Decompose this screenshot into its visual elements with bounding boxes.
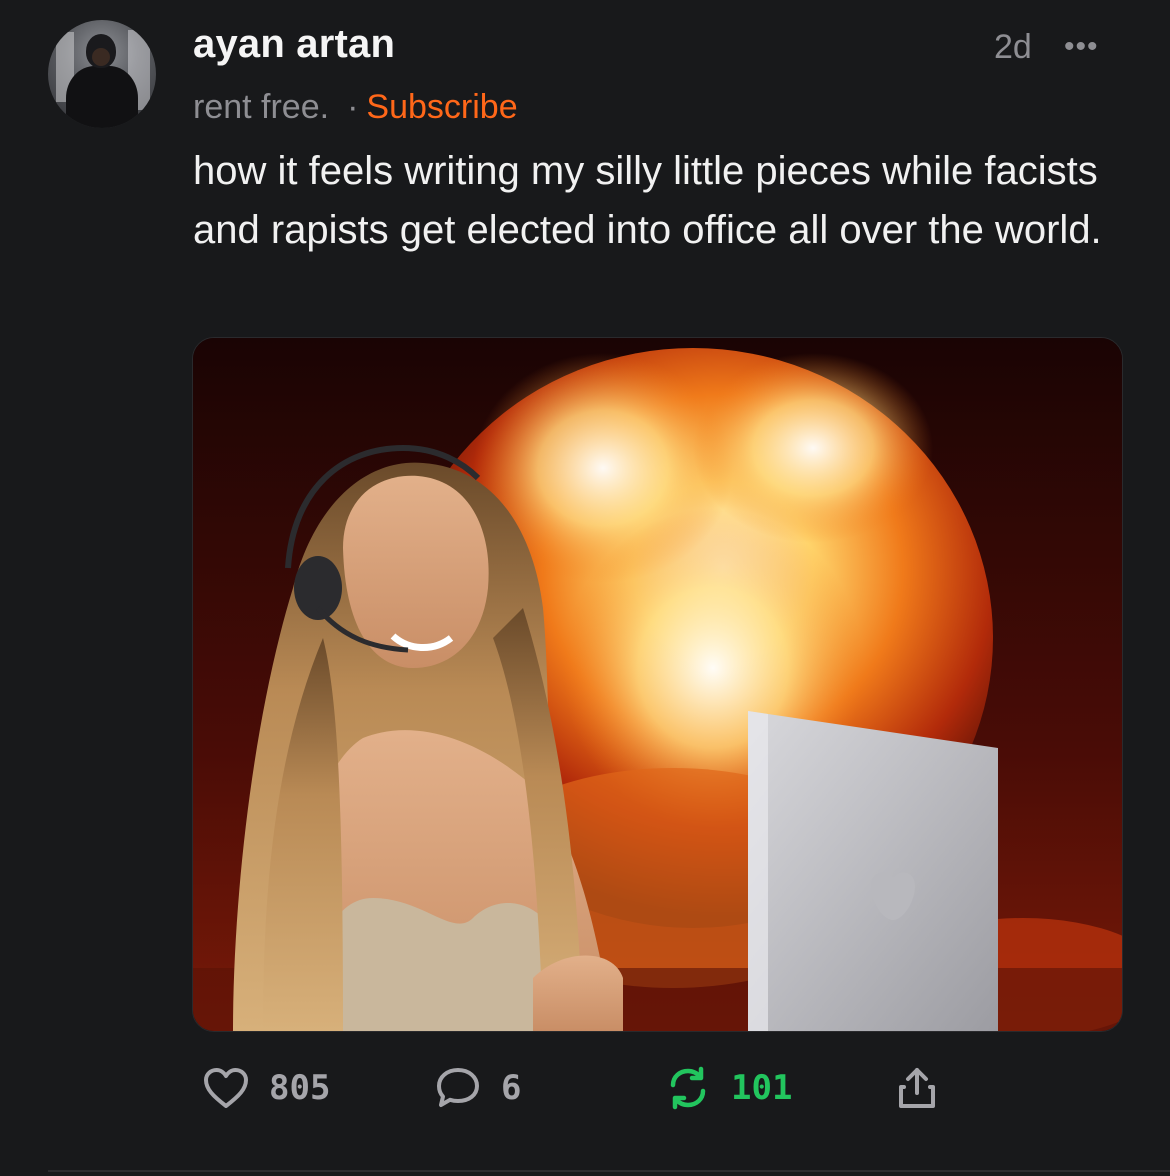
- share-button[interactable]: [896, 1058, 938, 1118]
- feed-divider: [48, 1170, 1170, 1172]
- heart-icon: [204, 1068, 248, 1108]
- like-count: 805: [269, 1068, 331, 1108]
- note-post: ayan artan 2d ••• rent free. · Subscribe h…: [0, 0, 1170, 1176]
- comment-count: 6: [501, 1068, 522, 1108]
- post-timestamp: 2d: [994, 28, 1032, 66]
- author-name[interactable]: ayan artan: [193, 22, 395, 67]
- publication-name[interactable]: rent free.: [193, 88, 329, 126]
- more-dots-icon[interactable]: •••: [1064, 30, 1099, 64]
- like-button[interactable]: 805: [203, 1058, 330, 1118]
- avatar-figure-face: [92, 48, 110, 66]
- restack-button[interactable]: 101: [665, 1058, 792, 1118]
- action-bar: 805 6 101: [0, 1058, 1170, 1118]
- author-avatar[interactable]: [48, 20, 156, 128]
- post-text: how it feels writing my silly little pie…: [193, 149, 1102, 252]
- post-image[interactable]: [192, 337, 1123, 1032]
- publication-line: rent free. · Subscribe: [193, 88, 518, 127]
- comment-bubble-icon: [437, 1068, 479, 1107]
- meme-image-illustration: [193, 338, 1122, 1031]
- restack-icon: [670, 1066, 706, 1110]
- share-icon: [899, 1068, 935, 1108]
- subscribe-link[interactable]: Subscribe: [366, 88, 517, 126]
- comment-button[interactable]: 6: [435, 1058, 521, 1118]
- separator-dot: ·: [347, 88, 359, 126]
- restack-count: 101: [731, 1068, 793, 1108]
- avatar-figure-body: [66, 66, 138, 128]
